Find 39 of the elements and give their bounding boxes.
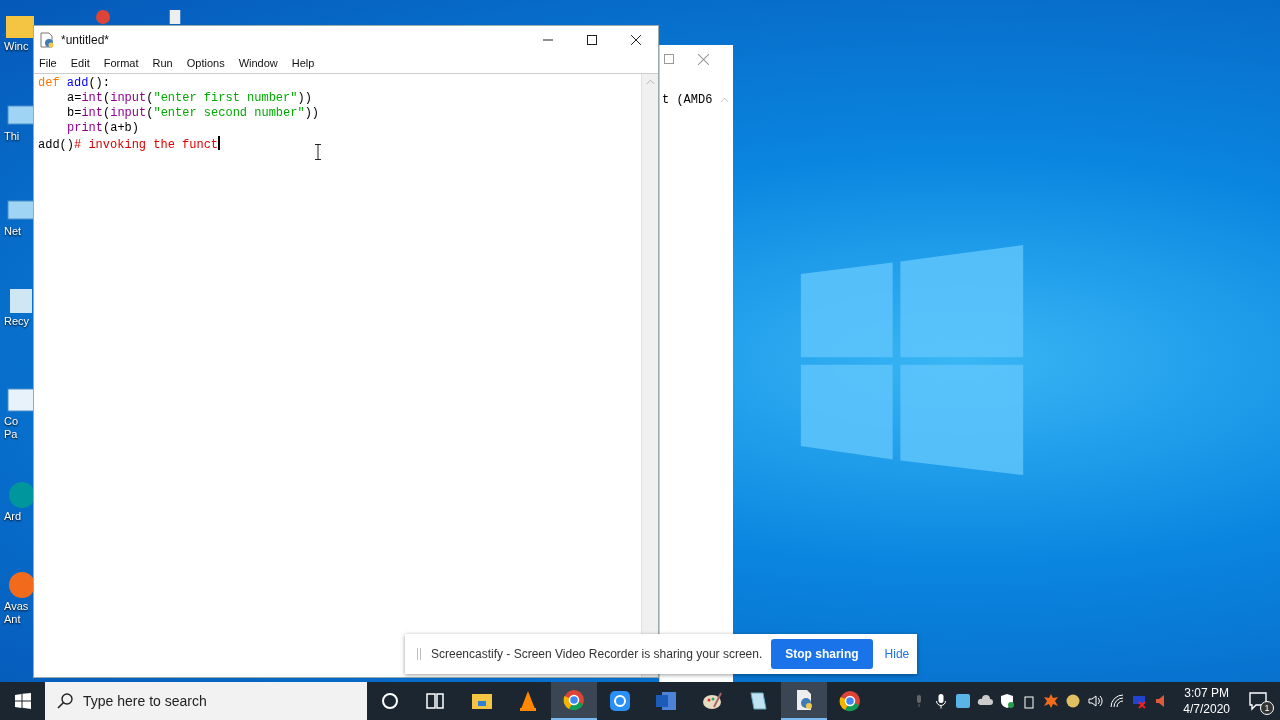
code-line: add()# invoking the funct	[38, 136, 222, 151]
code-line: a=int(input("enter first number"))	[66, 91, 313, 106]
text-cursor	[218, 136, 221, 150]
desktop-icon-label: Recy	[4, 315, 31, 328]
stop-sharing-button[interactable]: Stop sharing	[771, 639, 873, 669]
close-icon[interactable]	[698, 53, 709, 65]
menu-item[interactable]: Options	[186, 57, 225, 69]
shield-icon[interactable]	[999, 693, 1016, 709]
menu-item[interactable]: File	[39, 57, 57, 69]
volume-icon[interactable]	[1087, 693, 1104, 709]
menu-item[interactable]: Edit	[70, 57, 90, 69]
windows-logo-icon	[14, 693, 31, 709]
desktop-icon-label: Winc	[4, 40, 30, 53]
hide-button[interactable]: Hide	[872, 647, 918, 661]
clock-date: 4/7/2020	[1183, 701, 1230, 717]
menu-item[interactable]: Help	[291, 57, 315, 69]
code-line: b=int(input("enter second number"))	[66, 106, 321, 121]
window-title: *untitled*	[61, 32, 111, 47]
desktop-icon-label: Net	[4, 225, 23, 238]
code-line: print(a+b)	[66, 121, 141, 136]
code-line: def add():	[38, 76, 111, 91]
wifi-icon[interactable]	[1109, 693, 1126, 709]
action-center-button[interactable]: 1	[1244, 689, 1272, 713]
console-text: t (AMD6	[662, 93, 713, 107]
desktop-icon-label: Thi	[4, 130, 21, 143]
desktop-icon-label: Avas Ant	[4, 600, 30, 626]
python-file-icon	[39, 31, 55, 48]
drag-handle-icon[interactable]	[417, 648, 421, 660]
desktop-icon-label: Co Pa	[4, 415, 20, 441]
message-icon	[1248, 691, 1268, 711]
menu-item[interactable]: Window	[238, 57, 278, 69]
search-field[interactable]: Type here to search	[45, 682, 367, 720]
notification-count: 1	[1260, 701, 1274, 715]
desktop-icon-label: Ard	[4, 510, 23, 523]
clock[interactable]: 3:07 PM 4/7/2020	[1183, 685, 1230, 717]
menu-item[interactable]: Format	[103, 57, 139, 69]
text-cursor-icon	[314, 144, 322, 160]
menu-item[interactable]: Run	[152, 57, 173, 69]
clock-time: 3:07 PM	[1184, 685, 1229, 701]
